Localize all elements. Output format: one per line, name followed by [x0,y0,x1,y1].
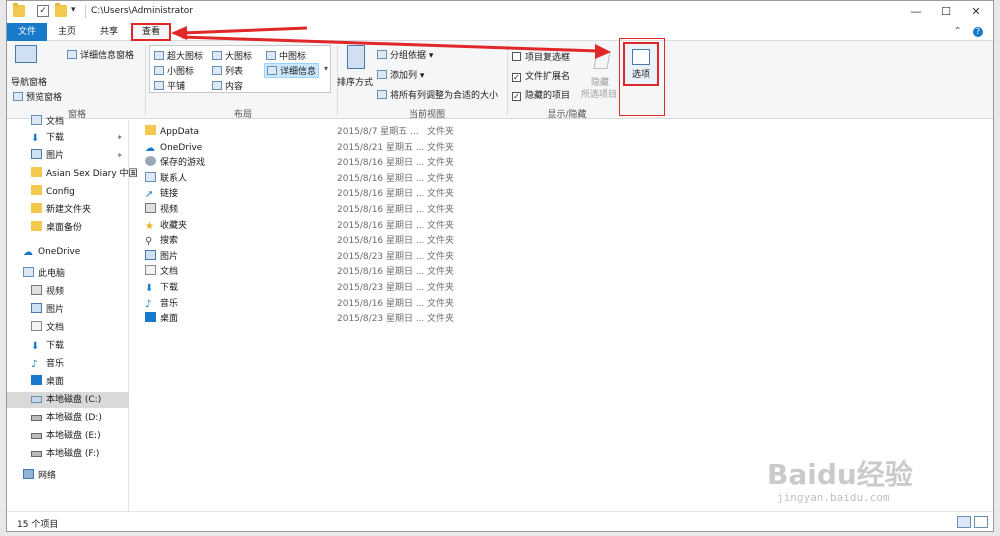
baidu-watermark: Baidu经验 [767,458,913,491]
arrow-to-options [181,35,611,59]
baidu-watermark-url: jingyan.baidu.com [777,491,890,504]
explorer-window: ✓ ▾ C:\Users\Administrator — ☐ ✕ 文件 主页 共… [6,0,994,532]
